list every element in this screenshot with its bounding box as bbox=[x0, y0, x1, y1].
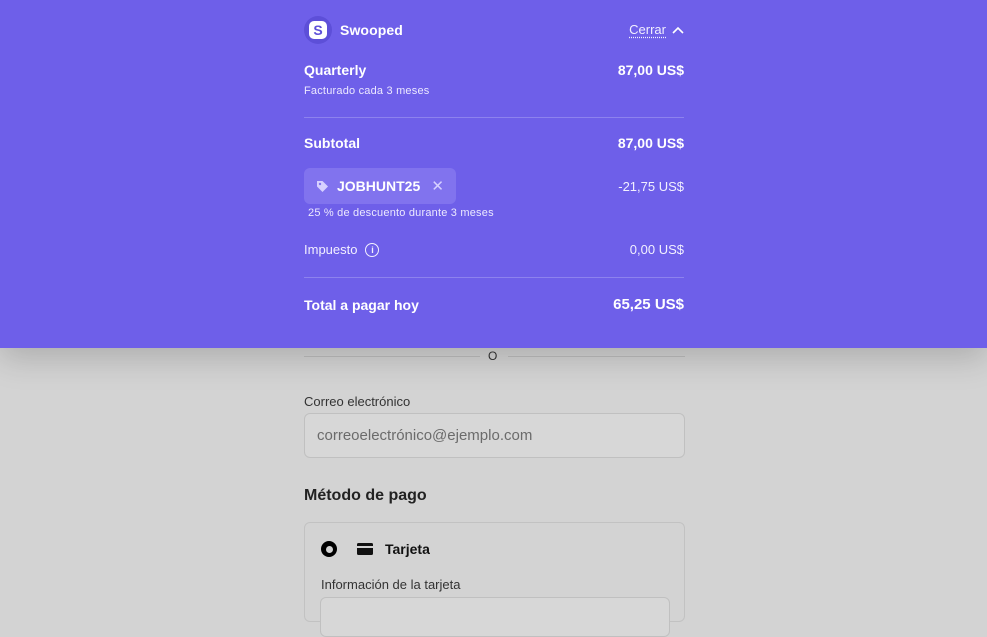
swooped-logo-icon: S bbox=[304, 16, 332, 44]
credit-card-icon bbox=[357, 543, 373, 555]
divider bbox=[304, 277, 684, 278]
plan-price: 87,00 US$ bbox=[617, 62, 684, 78]
plan-billing-row: Facturado cada 3 meses bbox=[304, 85, 684, 97]
payment-option-card[interactable]: Tarjeta Información de la tarjeta bbox=[304, 522, 685, 637]
plan-billing: Facturado cada 3 meses bbox=[304, 85, 430, 97]
discount-amount-row: -21,75 US$ bbox=[618, 179, 684, 194]
total-value: 65,25 US$ bbox=[613, 296, 684, 313]
order-summary-panel: S Swooped Cerrar Quarterly 87,00 US$ Fac… bbox=[0, 0, 987, 348]
plan-row: Quarterly 87,00 US$ bbox=[304, 62, 684, 78]
brand: S Swooped bbox=[304, 16, 403, 44]
total-row: Total a pagar hoy 65,25 US$ bbox=[304, 296, 684, 313]
tag-icon bbox=[317, 180, 328, 192]
card-info-label: Información de la tarjeta bbox=[321, 577, 461, 592]
chevron-up-icon bbox=[672, 26, 684, 34]
brand-name: Swooped bbox=[340, 22, 403, 38]
divider bbox=[304, 117, 684, 118]
info-icon[interactable]: i bbox=[365, 242, 380, 257]
card-option-label: Tarjeta bbox=[385, 541, 430, 557]
remove-coupon-icon[interactable]: ✕ bbox=[431, 177, 444, 195]
subtotal-label: Subtotal bbox=[304, 135, 360, 151]
tax-label: Impuesto bbox=[304, 242, 358, 257]
email-label: Correo electrónico bbox=[304, 394, 411, 409]
total-label: Total a pagar hoy bbox=[304, 296, 419, 313]
subtotal-row: Subtotal 87,00 US$ bbox=[304, 135, 684, 151]
email-input[interactable] bbox=[304, 413, 685, 458]
coupon-chip: JOBHUNT25 ✕ bbox=[304, 168, 456, 204]
divider-line-left bbox=[304, 356, 480, 357]
tax-row: Impuesto i 0,00 US$ bbox=[304, 242, 684, 257]
plan-name: Quarterly bbox=[304, 62, 367, 78]
card-radio[interactable] bbox=[321, 541, 337, 557]
subtotal-value: 87,00 US$ bbox=[617, 135, 684, 151]
coupon-code: JOBHUNT25 bbox=[337, 178, 421, 194]
divider-or-text: O bbox=[488, 349, 498, 363]
discount-note: 25 % de descuento durante 3 meses bbox=[308, 207, 494, 219]
close-summary-button[interactable]: Cerrar bbox=[629, 22, 684, 37]
discount-amount: -21,75 US$ bbox=[618, 179, 684, 194]
card-number-field[interactable] bbox=[320, 597, 670, 637]
tax-value: 0,00 US$ bbox=[629, 242, 684, 257]
payment-method-title: Método de pago bbox=[304, 487, 427, 504]
divider-line-right bbox=[508, 356, 685, 357]
close-summary-label: Cerrar bbox=[629, 22, 666, 37]
